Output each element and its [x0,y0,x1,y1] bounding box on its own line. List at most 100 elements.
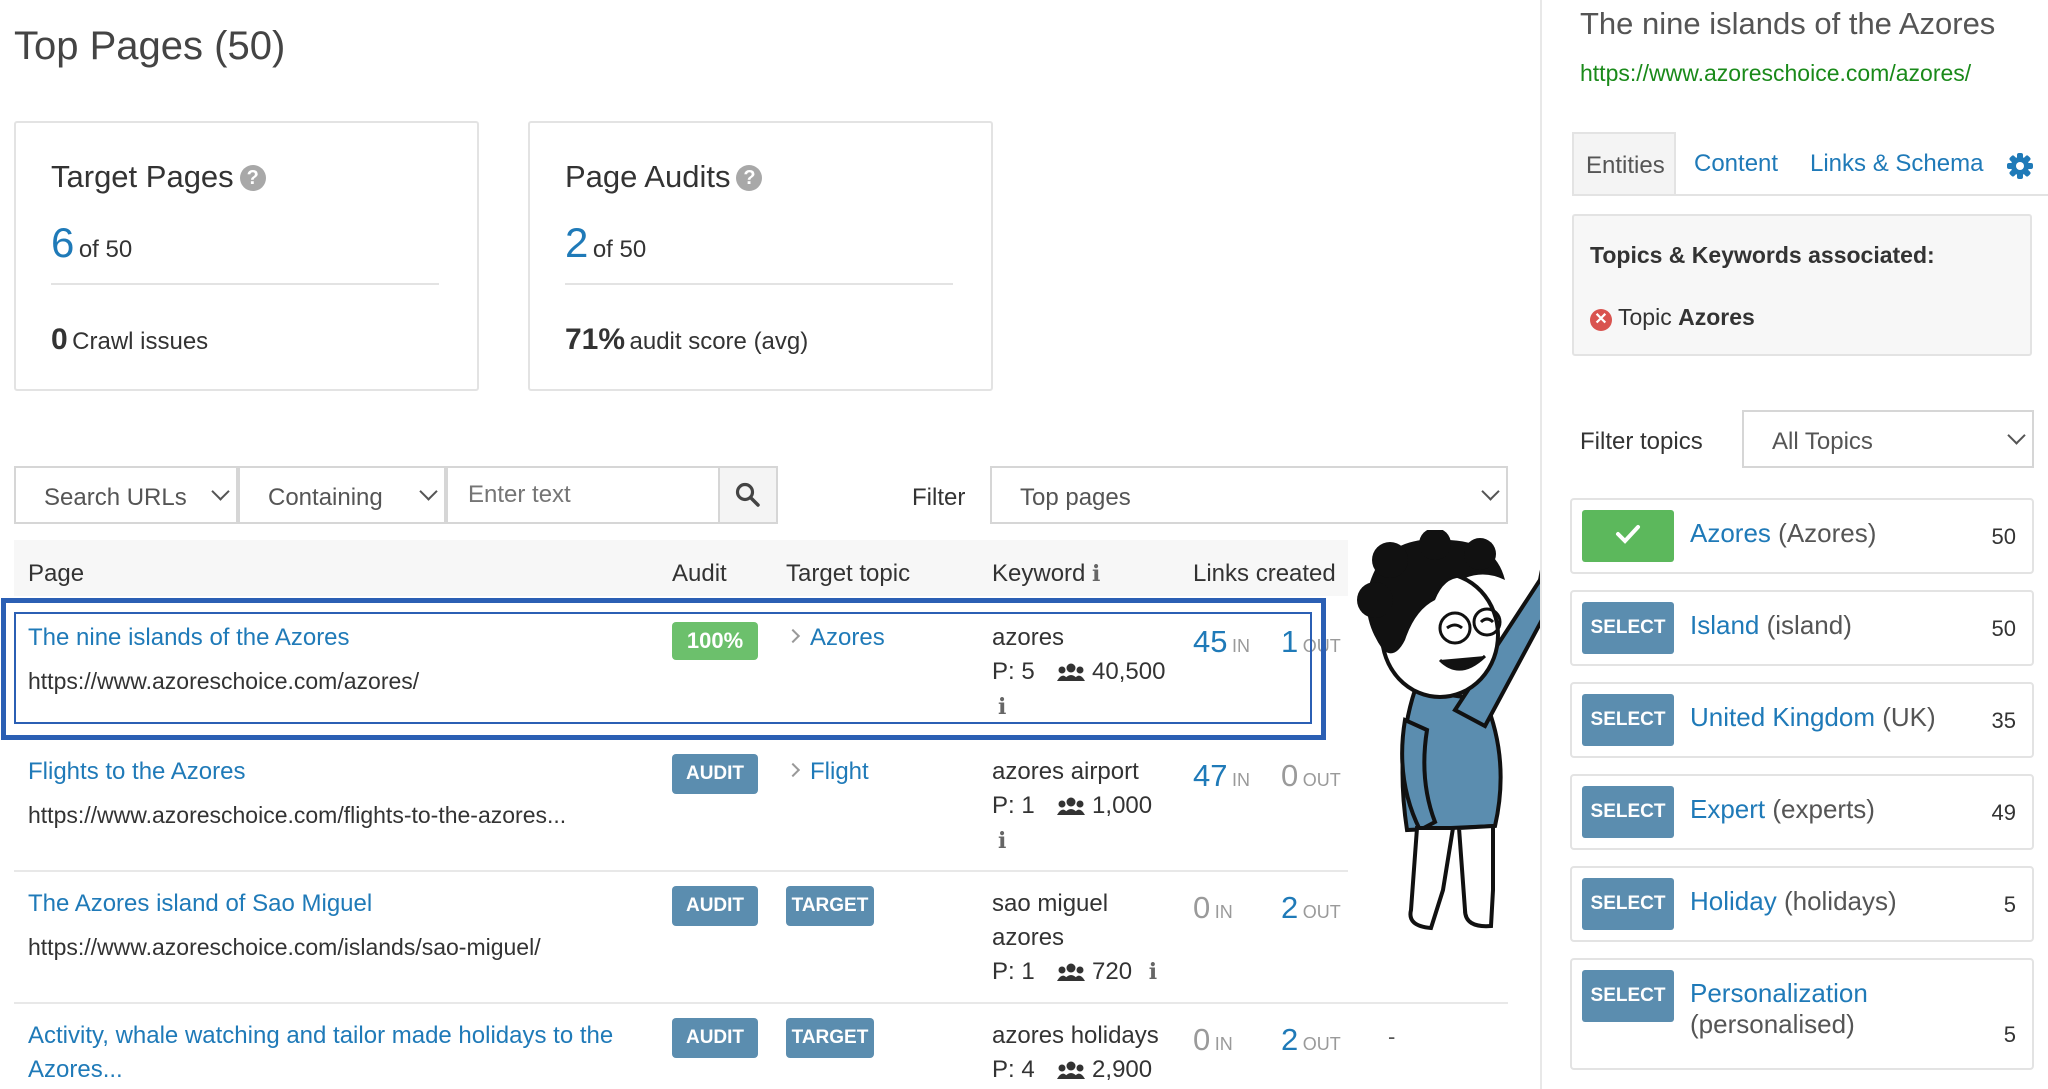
topic-row: SELECT Expert (experts) 49 [1570,774,2034,850]
remove-icon[interactable]: ✕ [1590,309,1612,331]
chevron-down-icon [419,482,438,501]
associated-topic-tag: ✕ Topic Azores [1590,304,1755,331]
select-button[interactable]: SELECT [1582,878,1674,930]
topic-name[interactable]: Personalization (personalised) [1690,978,1868,1040]
table-row: Activity, whale watching and tailor made… [0,1004,1520,1089]
links-in[interactable]: 0 IN [1193,1022,1233,1058]
page-title-link[interactable]: Activity, whale watching and tailor made… [28,1022,613,1050]
audit-button[interactable]: AUDIT [672,886,758,926]
placeholder-dash: - [1388,1024,1396,1049]
audit-score-label: audit score (avg) [629,328,809,355]
links-out-count: 0 [1281,758,1299,793]
people-icon [1057,1061,1086,1079]
target-topic-link[interactable]: Flight [785,758,869,786]
topic-name-text: United Kingdom [1690,702,1875,732]
topic-count: 5 [2003,1022,2016,1047]
crawl-issues-label: Crawl issues [72,328,209,355]
sidebar-title: The nine islands of the Azores [1580,6,1996,41]
topic-name[interactable]: Expert (experts) [1690,794,1875,825]
chevron-right-icon [785,762,801,778]
select-button[interactable]: SELECT [1582,694,1674,746]
sidebar-url-link[interactable]: https://www.azoreschoice.com/azores/ [1580,60,1971,87]
target-pages-total: of 50 [78,236,133,263]
links-out[interactable]: 2 OUT [1281,1022,1341,1058]
help-icon[interactable]: ? [736,165,763,191]
links-out-label: OUT [1302,1034,1341,1054]
select-button[interactable]: SELECT [1582,602,1674,654]
info-icon: i [1092,561,1101,587]
target-topic-text: Flight [810,758,869,785]
links-out-count: 2 [1281,1022,1299,1057]
col-links-created[interactable]: Links created [1193,560,1336,588]
col-keyword-label: Keyword [992,560,1086,587]
target-pages-title: Target Pages? [51,159,266,195]
links-out[interactable]: 0 OUT [1281,758,1341,794]
links-out-count: 2 [1281,890,1299,925]
target-button[interactable]: TARGET [786,1018,874,1058]
audit-button[interactable]: AUDIT [672,754,758,794]
topic-name-variant: (island) [1766,610,1852,640]
keyword-position: P: 4 [992,1056,1035,1083]
topic-name[interactable]: Holiday (holidays) [1690,886,1897,917]
col-target-topic[interactable]: Target topic [786,560,910,588]
row-highlight-inner [14,612,1312,724]
tabs-divider [1572,194,2048,196]
topic-count: 50 [1991,524,2016,549]
tab-entities[interactable]: Entities [1572,132,1676,194]
help-icon[interactable]: ? [239,165,266,191]
page-title-link[interactable]: Flights to the Azores [28,758,245,786]
links-in[interactable]: 47 IN [1193,758,1250,794]
cartoon-pointing-character [1357,530,1565,931]
filter-topics-label: Filter topics [1580,428,1703,455]
selected-button[interactable] [1582,510,1674,562]
col-audit[interactable]: Audit [672,560,727,588]
topic-name[interactable]: Island (island) [1690,610,1852,641]
keyword-volume: 1,000 [1092,792,1153,819]
col-page[interactable]: Page [28,560,84,588]
associated-topics-box: Topics & Keywords associated: ✕ Topic Azo… [1572,214,2032,356]
info-icon[interactable]: i [1149,959,1157,985]
topic-name[interactable]: Azores (Azores) [1690,518,1876,549]
audit-score-value: 71% [565,323,626,356]
chevron-down-icon [211,482,230,501]
topic-row: SELECT Personalization (personalised) 5 [1570,958,2034,1070]
tab-content[interactable]: Content [1694,150,1778,178]
page-title: Top Pages (50) [14,24,286,68]
topic-name-text: Azores [1690,518,1771,548]
topic-name[interactable]: United Kingdom (UK) [1690,702,1936,733]
filter-label: Filter [912,484,966,511]
target-button[interactable]: TARGET [786,886,874,926]
select-button[interactable]: SELECT [1582,786,1674,838]
page-title-link-continued[interactable]: Azores... [28,1056,123,1084]
divider [51,283,439,285]
table-row: Flights to the Azores https://www.azores… [0,740,1348,870]
containing-select[interactable]: Containing [238,466,446,524]
topic-name-text: Expert [1690,794,1766,824]
links-in-count: 0 [1193,890,1211,925]
search-urls-select-label: Search URLs [44,484,187,511]
select-button[interactable]: SELECT [1582,970,1674,1022]
keyword-volume: 2,900 [1092,1056,1153,1083]
info-icon[interactable]: i [998,828,1006,854]
topic-name-variant: (Azores) [1778,518,1877,548]
filter-topics-select[interactable]: All Topics [1742,410,2034,468]
tab-links-schema[interactable]: Links & Schema [1810,150,1983,178]
links-in[interactable]: 0 IN [1193,890,1233,926]
search-button[interactable] [718,466,778,524]
search-text-input[interactable] [446,466,720,524]
topic-name-variant: (holidays) [1783,886,1897,916]
topic-row: SELECT Holiday (holidays) 5 [1570,866,2034,942]
topic-row: SELECT United Kingdom (UK) 35 [1570,682,2034,758]
divider [565,283,953,285]
page-title-link[interactable]: The Azores island of Sao Miguel [28,890,372,918]
top-pages-select[interactable]: Top pages [990,466,1508,524]
keyword-stats: P: 4 2,900 [992,1056,1152,1084]
links-out[interactable]: 2 OUT [1281,890,1341,926]
people-icon [1057,963,1086,981]
audit-button[interactable]: AUDIT [672,1018,758,1058]
topic-name-text: Island [1690,610,1760,640]
gear-icon[interactable] [2006,152,2034,180]
col-keyword[interactable]: Keyword i [992,560,1100,588]
page-audits-total: of 50 [592,236,647,263]
search-urls-select[interactable]: Search URLs [14,466,238,524]
